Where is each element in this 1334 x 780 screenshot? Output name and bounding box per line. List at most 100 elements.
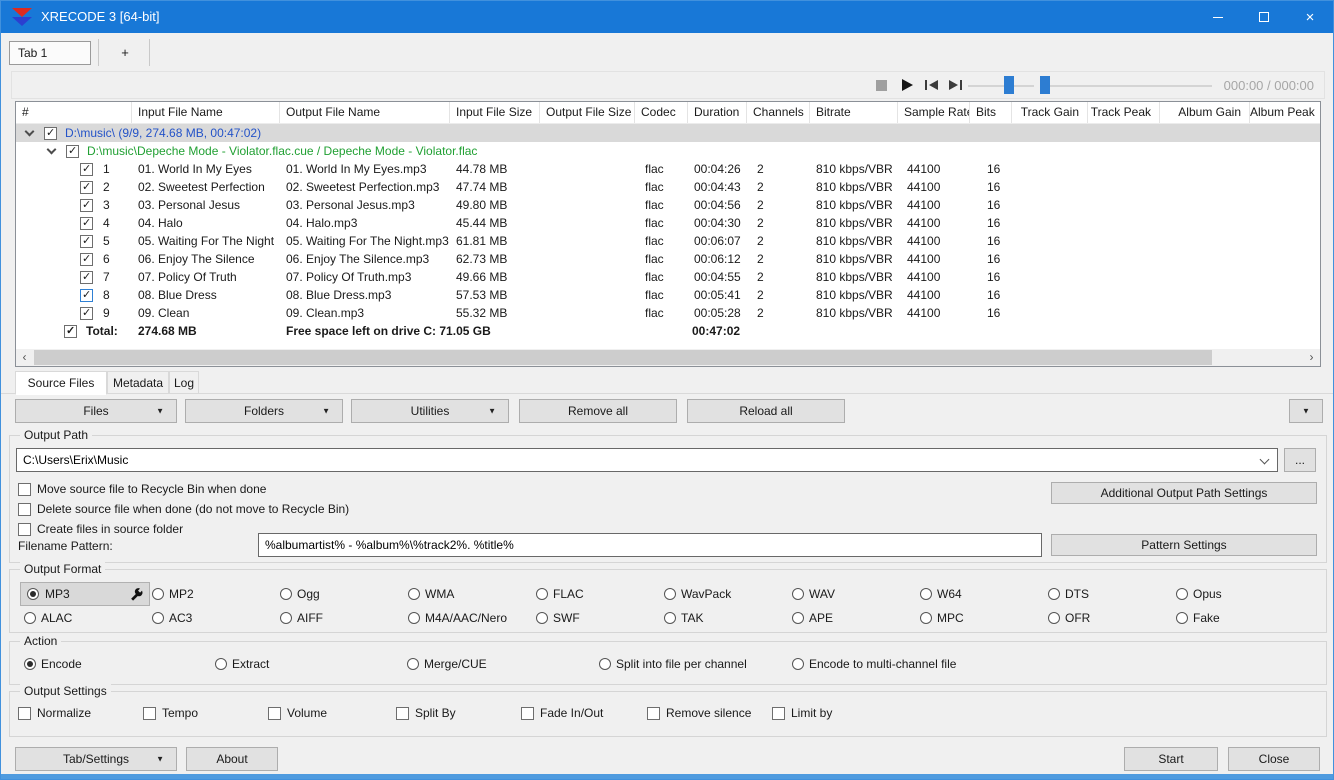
setting-tempo[interactable]: Tempo: [143, 706, 198, 720]
radio[interactable]: [792, 612, 804, 624]
option-delete-source[interactable]: Delete source file when done (do not mov…: [18, 502, 349, 516]
col-header-codec[interactable]: Codec: [635, 102, 688, 123]
radio[interactable]: [1176, 588, 1188, 600]
about-button[interactable]: About: [186, 747, 278, 771]
tab-source-files[interactable]: Source Files: [15, 371, 107, 395]
checkbox[interactable]: [647, 706, 660, 720]
radio[interactable]: [407, 658, 419, 670]
track-checkbox[interactable]: [80, 306, 93, 320]
radio[interactable]: [664, 588, 676, 600]
browse-button[interactable]: ...: [1284, 448, 1316, 472]
track-checkbox[interactable]: [80, 252, 93, 266]
tab-metadata[interactable]: Metadata: [107, 371, 169, 394]
volume-slider-thumb[interactable]: [1004, 76, 1014, 94]
radio[interactable]: [599, 658, 611, 670]
col-header-num[interactable]: #: [16, 102, 132, 123]
track-checkbox[interactable]: [80, 162, 93, 176]
position-slider[interactable]: [1040, 85, 1212, 87]
track-checkbox[interactable]: [80, 180, 93, 194]
setting-fade[interactable]: Fade In/Out: [521, 706, 603, 720]
play-button[interactable]: [896, 74, 918, 96]
checkbox[interactable]: [143, 706, 156, 720]
filename-pattern-field[interactable]: [258, 533, 1042, 557]
close-button-footer[interactable]: Close: [1228, 747, 1320, 771]
expander-icon[interactable]: [46, 144, 57, 154]
radio[interactable]: [152, 612, 164, 624]
col-header-input-name[interactable]: Input File Name: [132, 102, 280, 123]
format-flac[interactable]: FLAC: [536, 587, 584, 601]
col-header-sample-rate[interactable]: Sample Rate: [898, 102, 970, 123]
radio[interactable]: [1048, 588, 1060, 600]
format-wma[interactable]: WMA: [408, 587, 454, 601]
track-checkbox[interactable]: [80, 270, 93, 284]
setting-limit-by[interactable]: Limit by: [772, 706, 832, 720]
setting-normalize[interactable]: Normalize: [18, 706, 91, 720]
radio[interactable]: [27, 588, 39, 600]
track-checkbox[interactable]: [80, 234, 93, 248]
col-header-output-name[interactable]: Output File Name: [280, 102, 450, 123]
radio[interactable]: [408, 612, 420, 624]
setting-split-by[interactable]: Split By: [396, 706, 456, 720]
format-tak[interactable]: TAK: [664, 611, 703, 625]
setting-remove-silence[interactable]: Remove silence: [647, 706, 751, 720]
checkbox[interactable]: [521, 706, 534, 720]
total-checkbox[interactable]: [64, 324, 77, 338]
action-split-per-channel[interactable]: Split into file per channel: [599, 657, 747, 671]
tab-1[interactable]: Tab 1: [9, 41, 91, 65]
format-wavpack[interactable]: WavPack: [664, 587, 731, 601]
action-multi-channel[interactable]: Encode to multi-channel file: [792, 657, 956, 671]
track-row[interactable]: 4 04. Halo 04. Halo.mp3 45.44 MB flac 00…: [16, 214, 1320, 232]
folder-checkbox[interactable]: [44, 126, 57, 140]
format-wav[interactable]: WAV: [792, 587, 835, 601]
horizontal-scrollbar[interactable]: ‹ ›: [16, 349, 1320, 366]
col-header-track-peak[interactable]: Track Peak: [1088, 102, 1160, 123]
option-source-folder[interactable]: Create files in source folder: [18, 522, 183, 536]
radio[interactable]: [792, 588, 804, 600]
checkbox[interactable]: [18, 482, 31, 496]
filename-pattern-input[interactable]: [259, 534, 1041, 556]
track-row[interactable]: 7 07. Policy Of Truth 07. Policy Of Trut…: [16, 268, 1320, 286]
format-ogg[interactable]: Ogg: [280, 587, 320, 601]
format-ac3[interactable]: AC3: [152, 611, 192, 625]
track-row[interactable]: 6 06. Enjoy The Silence 06. Enjoy The Si…: [16, 250, 1320, 268]
scrollbar-thumb[interactable]: [34, 350, 1212, 365]
files-button[interactable]: Files ▼: [15, 399, 177, 423]
album-group-row[interactable]: D:\music\Depeche Mode - Violator.flac.cu…: [16, 142, 1320, 160]
more-options-dropdown[interactable]: ▼: [1289, 399, 1323, 423]
track-row[interactable]: 5 05. Waiting For The Night 05. Waiting …: [16, 232, 1320, 250]
additional-output-path-settings-button[interactable]: Additional Output Path Settings: [1051, 482, 1317, 504]
start-button[interactable]: Start: [1124, 747, 1218, 771]
utilities-button[interactable]: Utilities ▼: [351, 399, 509, 423]
track-checkbox[interactable]: [80, 198, 93, 212]
close-button[interactable]: ×: [1287, 1, 1333, 33]
titlebar[interactable]: XRECODE 3 [64-bit] ×: [1, 1, 1333, 33]
action-extract[interactable]: Extract: [215, 657, 269, 671]
col-header-album-peak[interactable]: Album Peak: [1250, 102, 1320, 123]
next-track-button[interactable]: [944, 74, 966, 96]
format-opus[interactable]: Opus: [1176, 587, 1222, 601]
radio[interactable]: [664, 612, 676, 624]
radio[interactable]: [536, 612, 548, 624]
album-checkbox[interactable]: [66, 144, 79, 158]
checkbox[interactable]: [396, 706, 409, 720]
radio[interactable]: [1048, 612, 1060, 624]
volume-slider[interactable]: [968, 85, 1034, 87]
format-aiff[interactable]: AIFF: [280, 611, 323, 625]
folders-button[interactable]: Folders ▼: [185, 399, 343, 423]
track-row[interactable]: 8 08. Blue Dress 08. Blue Dress.mp3 57.5…: [16, 286, 1320, 304]
checkbox[interactable]: [18, 706, 31, 720]
col-header-duration[interactable]: Duration: [688, 102, 747, 123]
col-header-output-size[interactable]: Output File Size: [540, 102, 635, 123]
action-merge-cue[interactable]: Merge/CUE: [407, 657, 487, 671]
tab-log[interactable]: Log: [169, 371, 199, 394]
tab-settings-button[interactable]: Tab/Settings ▼: [15, 747, 177, 771]
folder-group-row[interactable]: D:\music\ (9/9, 274.68 MB, 00:47:02): [16, 124, 1320, 142]
format-alac[interactable]: ALAC: [24, 611, 72, 625]
format-dts[interactable]: DTS: [1048, 587, 1089, 601]
minimize-button[interactable]: [1195, 1, 1241, 33]
radio[interactable]: [280, 588, 292, 600]
checkbox[interactable]: [772, 706, 785, 720]
col-header-track-gain[interactable]: Track Gain: [1012, 102, 1088, 123]
expander-icon[interactable]: [24, 126, 35, 136]
position-slider-thumb[interactable]: [1040, 76, 1050, 94]
